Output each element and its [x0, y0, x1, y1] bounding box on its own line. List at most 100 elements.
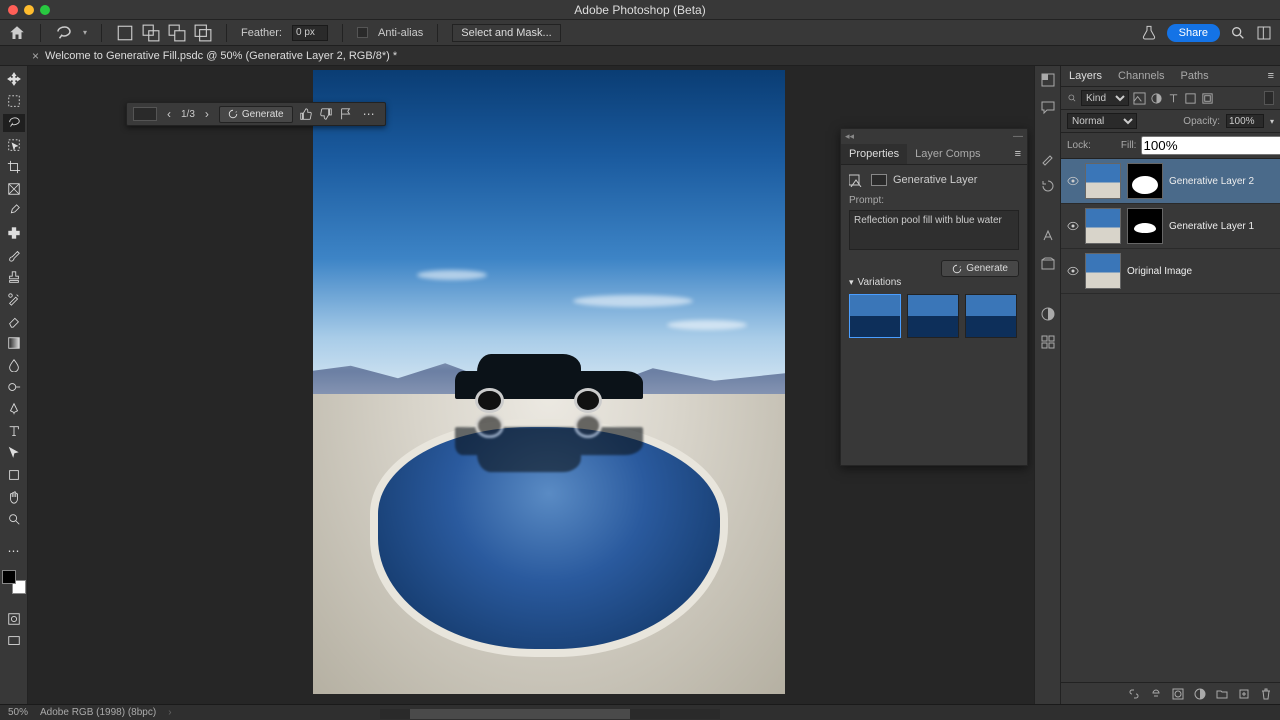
- path-selection-tool[interactable]: [3, 444, 25, 462]
- layer-mask-thumbnail[interactable]: [1127, 163, 1163, 199]
- properties-generate-button[interactable]: Generate: [941, 260, 1019, 277]
- workspace-icon[interactable]: [1256, 25, 1272, 41]
- type-tool[interactable]: [3, 422, 25, 440]
- layer-thumbnail[interactable]: [1085, 253, 1121, 289]
- layer-name[interactable]: Original Image: [1127, 266, 1192, 277]
- zoom-tool[interactable]: [3, 510, 25, 528]
- more-options-icon[interactable]: ⋯: [359, 107, 379, 121]
- selection-add-icon[interactable]: [142, 24, 160, 42]
- visibility-toggle-icon[interactable]: [1067, 220, 1079, 232]
- color-swatches[interactable]: [2, 570, 26, 594]
- mask-thumb-icon[interactable]: [871, 174, 887, 186]
- brush-tool[interactable]: [3, 246, 25, 264]
- generative-fill-bar[interactable]: ‹ 1/3 › Generate ⋯: [126, 102, 386, 126]
- history-panel-icon[interactable]: [1040, 178, 1056, 194]
- crop-tool[interactable]: [3, 158, 25, 176]
- pen-tool[interactable]: [3, 400, 25, 418]
- layer-name[interactable]: Generative Layer 2: [1169, 176, 1254, 187]
- window-minimize-button[interactable]: [24, 5, 34, 15]
- prompt-textarea[interactable]: Reflection pool fill with blue water: [849, 210, 1019, 250]
- adjustment-layer-icon[interactable]: [1194, 688, 1206, 700]
- variations-header[interactable]: Variations: [849, 277, 1019, 288]
- panel-menu-icon[interactable]: ≡: [1009, 144, 1027, 164]
- select-and-mask-button[interactable]: Select and Mask...: [452, 24, 561, 42]
- generate-button[interactable]: Generate: [219, 106, 293, 123]
- color-panel-icon[interactable]: [1040, 72, 1056, 88]
- delete-layer-icon[interactable]: [1260, 688, 1272, 700]
- filter-kind-select[interactable]: Kind: [1081, 90, 1129, 106]
- layer-comps-tab[interactable]: Layer Comps: [907, 144, 988, 164]
- visibility-toggle-icon[interactable]: [1067, 265, 1079, 277]
- healing-tool[interactable]: [3, 224, 25, 242]
- layer-thumbnail[interactable]: [1085, 208, 1121, 244]
- blend-mode-select[interactable]: Normal: [1067, 113, 1137, 129]
- libraries-panel-icon[interactable]: [1040, 256, 1056, 272]
- brushes-panel-icon[interactable]: [1040, 150, 1056, 166]
- feather-input[interactable]: [292, 25, 328, 41]
- search-icon[interactable]: [1230, 25, 1246, 41]
- filter-smart-icon[interactable]: [1201, 92, 1214, 105]
- filter-search-icon[interactable]: [1067, 93, 1077, 103]
- group-icon[interactable]: [1216, 688, 1228, 700]
- properties-tab[interactable]: Properties: [841, 144, 907, 164]
- selection-new-icon[interactable]: [116, 24, 134, 42]
- variation-thumbnail[interactable]: [907, 294, 959, 338]
- layer-name[interactable]: Generative Layer 1: [1169, 221, 1254, 232]
- fill-input[interactable]: [1141, 136, 1280, 155]
- blur-tool[interactable]: [3, 356, 25, 374]
- share-button[interactable]: Share: [1167, 24, 1220, 42]
- layers-panel-menu-icon[interactable]: ≡: [1262, 66, 1280, 86]
- stamp-tool[interactable]: [3, 268, 25, 286]
- window-close-button[interactable]: [8, 5, 18, 15]
- move-tool[interactable]: [3, 70, 25, 88]
- generative-prompt-input[interactable]: [133, 107, 157, 121]
- eyedropper-tool[interactable]: [3, 202, 25, 220]
- layer-row[interactable]: Original Image: [1061, 249, 1280, 294]
- object-selection-tool[interactable]: [3, 136, 25, 154]
- lasso-tool[interactable]: [3, 114, 25, 132]
- variation-thumbnail[interactable]: [965, 294, 1017, 338]
- adjustments-panel-icon[interactable]: [1040, 306, 1056, 322]
- filter-adjustment-icon[interactable]: [1150, 92, 1163, 105]
- layer-row[interactable]: Generative Layer 1: [1061, 204, 1280, 249]
- shape-tool[interactable]: [3, 466, 25, 484]
- quick-mask-icon[interactable]: [3, 610, 25, 628]
- character-panel-icon[interactable]: [1040, 228, 1056, 244]
- selection-subtract-icon[interactable]: [168, 24, 186, 42]
- lasso-tool-icon[interactable]: [55, 24, 73, 42]
- color-profile[interactable]: Adobe RGB (1998) (8bpc): [40, 707, 156, 718]
- visibility-toggle-icon[interactable]: [1067, 175, 1079, 187]
- edit-toolbar-icon[interactable]: ⋯: [3, 542, 25, 560]
- channels-tab[interactable]: Channels: [1110, 66, 1172, 86]
- document-canvas[interactable]: [313, 70, 785, 694]
- status-chevron-icon[interactable]: ›: [168, 707, 171, 718]
- antialias-checkbox[interactable]: [357, 27, 368, 38]
- filter-type-icon[interactable]: [1167, 92, 1180, 105]
- home-icon[interactable]: [8, 24, 26, 42]
- layers-tab[interactable]: Layers: [1061, 66, 1110, 86]
- thumbs-up-icon[interactable]: [299, 107, 313, 121]
- gallery-panel-icon[interactable]: [1040, 334, 1056, 350]
- screen-mode-icon[interactable]: [3, 632, 25, 650]
- paths-tab[interactable]: Paths: [1173, 66, 1217, 86]
- dodge-tool[interactable]: [3, 378, 25, 396]
- zoom-level[interactable]: 50%: [8, 707, 28, 718]
- panel-close-icon[interactable]: —: [1013, 131, 1023, 142]
- layer-mask-thumbnail[interactable]: [1127, 208, 1163, 244]
- filter-shape-icon[interactable]: [1184, 92, 1197, 105]
- frame-tool[interactable]: [3, 180, 25, 198]
- link-layers-icon[interactable]: [1128, 688, 1140, 700]
- properties-panel[interactable]: ◂◂ — Properties Layer Comps ≡ Generative…: [840, 128, 1028, 466]
- opacity-input[interactable]: [1226, 114, 1264, 128]
- history-brush-tool[interactable]: [3, 290, 25, 308]
- flag-icon[interactable]: [339, 107, 353, 121]
- comments-panel-icon[interactable]: [1040, 100, 1056, 116]
- layer-mask-icon[interactable]: [1172, 688, 1184, 700]
- layer-style-icon[interactable]: [1150, 688, 1162, 700]
- layer-row[interactable]: Generative Layer 2: [1061, 159, 1280, 204]
- new-layer-icon[interactable]: [1238, 688, 1250, 700]
- eraser-tool[interactable]: [3, 312, 25, 330]
- hand-tool[interactable]: [3, 488, 25, 506]
- document-tab[interactable]: Welcome to Generative Fill.psdc @ 50% (G…: [32, 49, 397, 63]
- canvas-area[interactable]: ‹ 1/3 › Generate ⋯ ◂◂ — Properties Layer…: [28, 66, 1034, 704]
